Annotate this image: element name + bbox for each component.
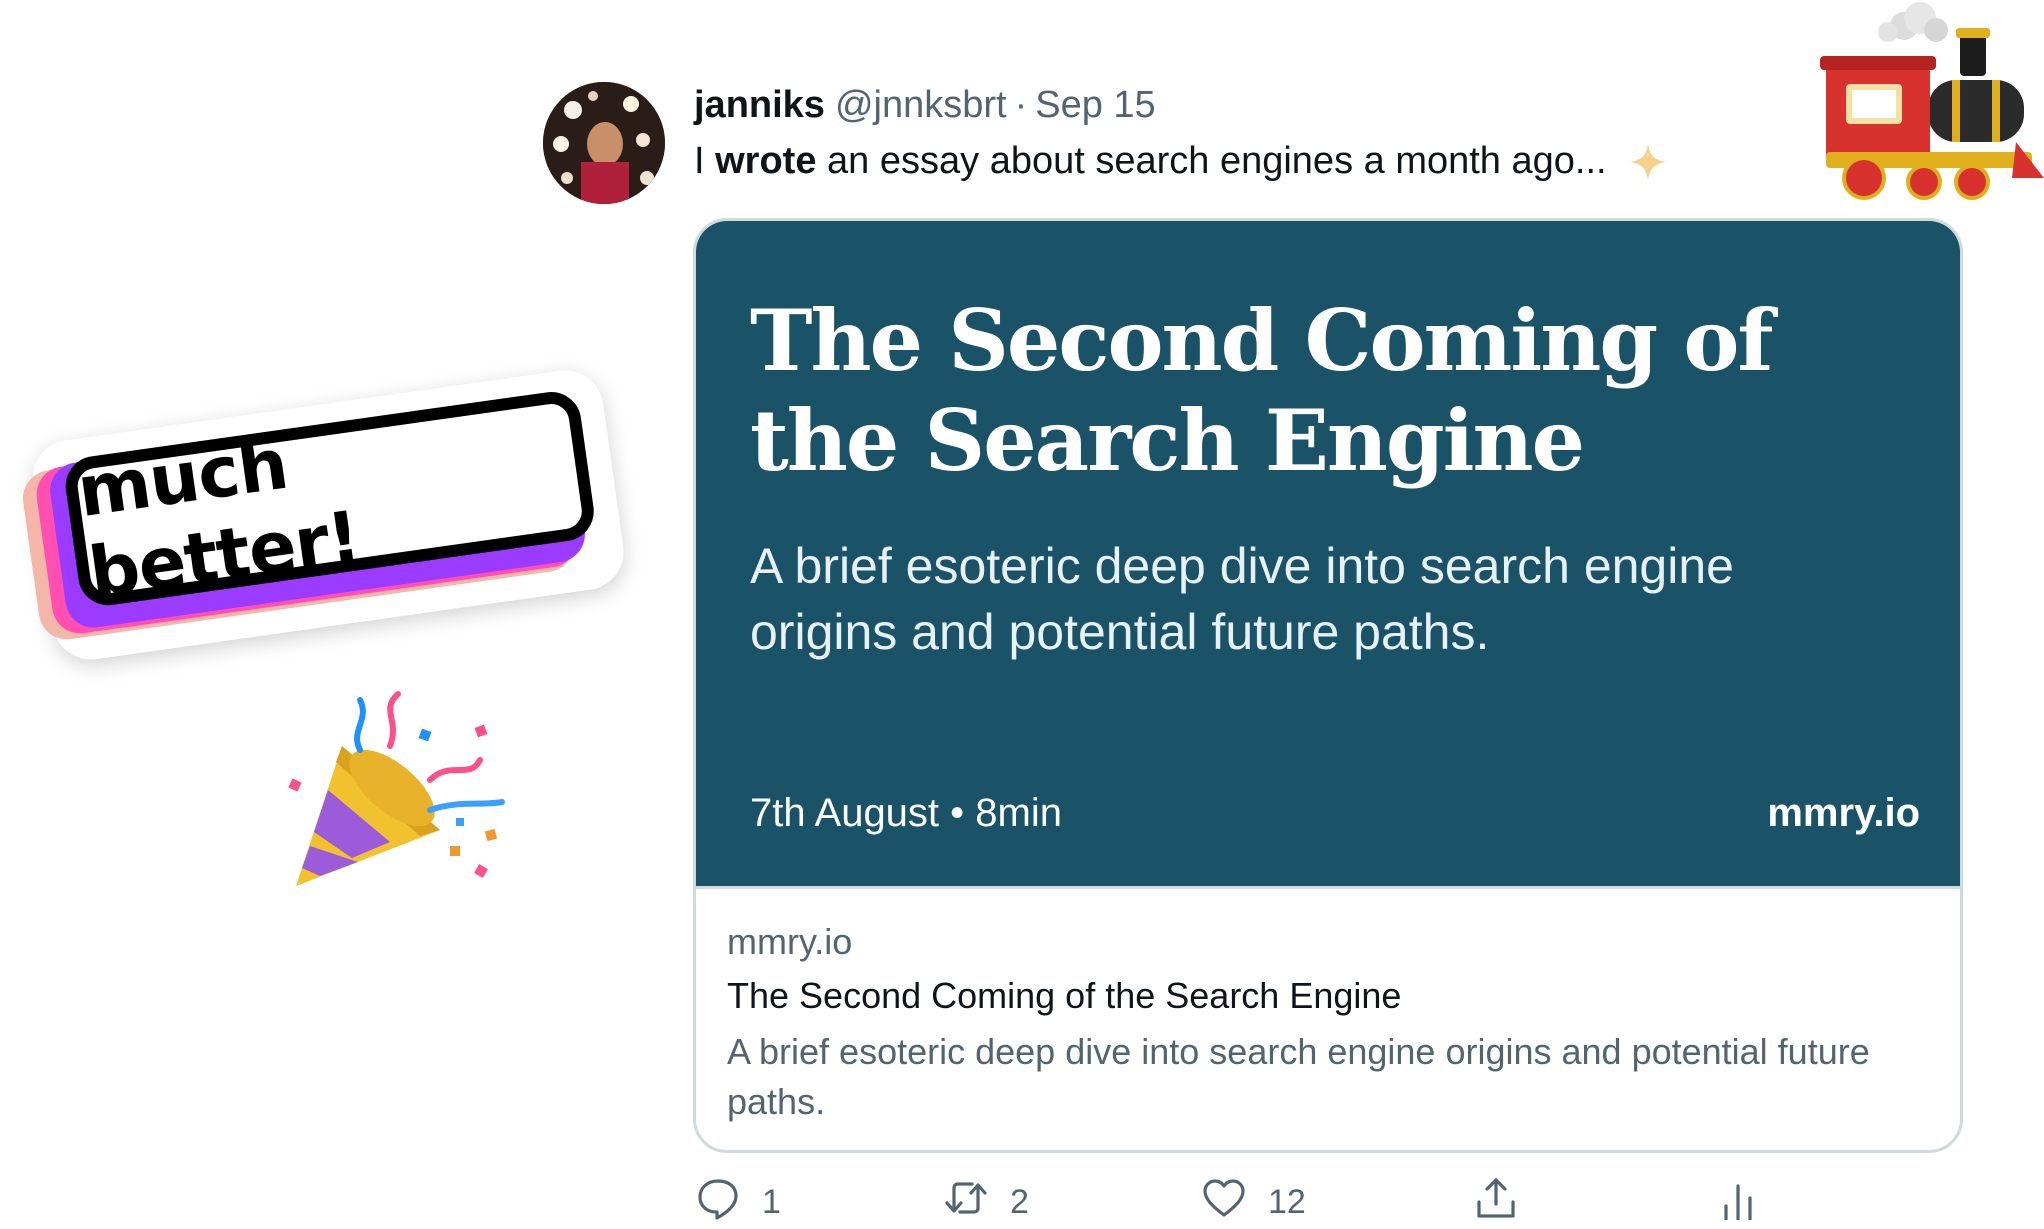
- reply-count: 1: [762, 1182, 781, 1221]
- tweet-date[interactable]: Sep 15: [1035, 84, 1155, 127]
- card-description: A brief esoteric deep dive into search e…: [727, 1031, 1870, 1122]
- card-divider: [696, 886, 1960, 889]
- author-name[interactable]: janniks: [694, 84, 825, 127]
- card-title: The Second Coming of the Search Engine: [727, 975, 1402, 1016]
- like-button[interactable]: 12: [1202, 1178, 1306, 1224]
- tweet-text: I wrote an essay about search engines a …: [694, 140, 1667, 183]
- sparkle-icon: [1629, 143, 1667, 181]
- analytics-button[interactable]: [1716, 1180, 1760, 1224]
- steam-locomotive-icon: [1812, 2, 2044, 202]
- card-image-title: The Second Coming of the Search Engine: [750, 291, 1773, 490]
- card-image-site: mmry.io: [1767, 791, 1920, 835]
- tweet-header: janniks @jnnksbrt · Sep 15: [694, 84, 1156, 132]
- tweet-text-after: an essay about search engines a month ag…: [816, 140, 1607, 182]
- link-preview-card[interactable]: The Second Coming of the Search Engine A…: [693, 218, 1963, 1153]
- much-better-sticker: much better!: [15, 359, 641, 670]
- reply-button[interactable]: 1: [696, 1178, 781, 1224]
- card-image-subtitle: A brief esoteric deep dive into search e…: [750, 538, 1734, 660]
- share-button[interactable]: [1474, 1177, 1518, 1224]
- tweet-text-before: I: [694, 140, 716, 182]
- like-count: 12: [1268, 1182, 1306, 1221]
- header-separator: ·: [1014, 84, 1028, 126]
- reply-icon: [696, 1176, 740, 1229]
- tweet-text-bold: wrote: [715, 140, 817, 182]
- party-popper-icon: [280, 690, 510, 900]
- heart-icon: [1202, 1176, 1246, 1229]
- card-domain: mmry.io: [727, 921, 853, 962]
- avatar-image: [543, 82, 665, 204]
- author-avatar[interactable]: [543, 82, 665, 204]
- share-icon: [1474, 1176, 1518, 1229]
- author-handle[interactable]: @jnnksbrt: [835, 84, 1007, 127]
- card-image-meta: 7th August • 8min: [750, 791, 1062, 835]
- retweet-button[interactable]: 2: [944, 1180, 1029, 1224]
- card-image[interactable]: The Second Coming of the Search Engine A…: [696, 221, 1960, 886]
- tweet-action-bar: 1 2 12: [0, 1177, 2044, 1229]
- retweet-icon: [944, 1176, 988, 1229]
- analytics-icon: [1716, 1176, 1760, 1229]
- retweet-count: 2: [1010, 1182, 1029, 1221]
